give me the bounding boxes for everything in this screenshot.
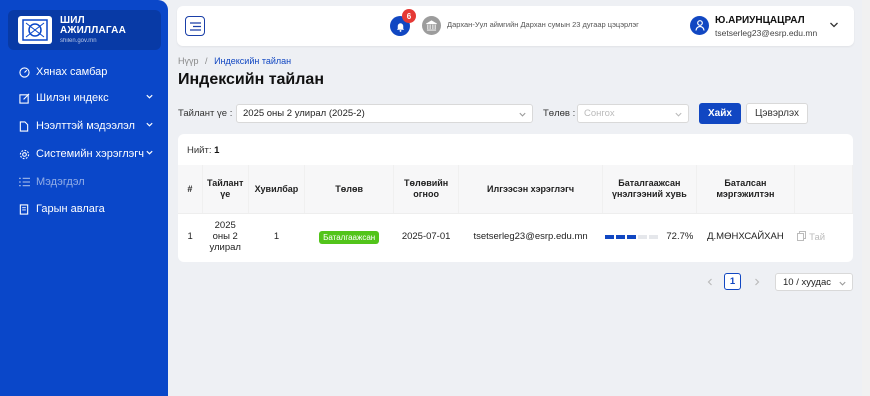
status-select[interactable]: Сонгох bbox=[577, 104, 689, 123]
total-count: Нийт: 1 bbox=[187, 145, 219, 156]
sidebar-item-label: Мэдэгдэл bbox=[36, 176, 85, 188]
page-title: Индексийн тайлан bbox=[178, 71, 324, 88]
copy-icon bbox=[797, 231, 807, 243]
progress-segment bbox=[616, 235, 626, 240]
sidebar-item-label: Нээлттэй мэдээлэл bbox=[36, 120, 135, 132]
page-button-current[interactable]: 1 bbox=[724, 273, 741, 290]
chevron-down-icon bbox=[838, 279, 847, 291]
column-header-status[interactable]: Төлөв bbox=[304, 165, 395, 214]
column-header-period[interactable]: Тайлант үе bbox=[202, 165, 249, 214]
prev-page-button[interactable] bbox=[702, 273, 718, 290]
cell-status: Баталгаажсан bbox=[304, 213, 394, 262]
column-header-approver[interactable]: Баталсан мэргэжилтэн bbox=[696, 165, 795, 214]
progress-segment bbox=[605, 235, 615, 240]
table-row: 1 2025 оны 2 улирал 1 Баталгаажсан 2025-… bbox=[178, 213, 853, 262]
sidebar-item-glass-index[interactable]: Шилэн индекс bbox=[18, 89, 158, 107]
total-label: Нийт: bbox=[187, 145, 212, 156]
sidebar-item-label: Гарын авлага bbox=[36, 203, 105, 215]
logo-title-line2: АЖИЛЛАГАА bbox=[60, 25, 126, 36]
bell-icon bbox=[396, 22, 404, 32]
menu-icon bbox=[189, 21, 201, 31]
chevron-down-icon bbox=[145, 148, 154, 160]
gear-icon bbox=[18, 148, 30, 160]
table-header-row: # Тайлант үе Хувилбар Төлөв Төлөвийн огн… bbox=[178, 165, 853, 214]
report-table-card: Нийт: 1 # Тайлант үе Хувилбар Төлөв Төлө… bbox=[178, 134, 853, 262]
progress-bar bbox=[605, 235, 660, 240]
sidebar-item-system-users[interactable]: Системийн хэрэглэгч bbox=[18, 145, 158, 163]
sidebar-item-dashboard[interactable]: Хянах самбар bbox=[18, 63, 158, 81]
chevron-right-icon bbox=[755, 278, 760, 285]
progress-segment bbox=[638, 235, 648, 240]
document-icon bbox=[18, 120, 30, 132]
logo-subtitle: shilen.gov.mn bbox=[60, 38, 97, 44]
menu-toggle-button[interactable] bbox=[185, 16, 205, 36]
breadcrumb-separator: / bbox=[205, 56, 208, 66]
dashboard-icon bbox=[18, 66, 30, 78]
cell-approver: Д.МӨНХСАЙХАН bbox=[696, 213, 795, 262]
user-menu-chevron-down-icon[interactable] bbox=[829, 20, 839, 33]
sidebar-item-label: Хянах самбар bbox=[36, 66, 108, 78]
cell-index: 1 bbox=[178, 213, 203, 262]
page-size-value: 10 / хуудас bbox=[783, 277, 831, 288]
breadcrumb-home-link[interactable]: Нүүр bbox=[178, 56, 199, 66]
sidebar-item-label: Шилэн индекс bbox=[36, 92, 109, 104]
sidebar: ШИЛ АЖИЛЛАГАА shilen.gov.mn Хянах самбар… bbox=[0, 0, 168, 396]
organization-name: Дархан-Уул аймгийн Дархан сумын 23 дугаа… bbox=[447, 20, 639, 29]
user-name[interactable]: Ю.АРИУНЦАЦРАЛ bbox=[715, 15, 805, 26]
page-scrollbar[interactable] bbox=[862, 0, 870, 396]
cell-status-date: 2025-07-01 bbox=[393, 213, 459, 262]
sidebar-item-manual[interactable]: Гарын авлага bbox=[18, 200, 158, 218]
period-filter-label: Тайлант үе : bbox=[178, 108, 233, 119]
building-icon bbox=[422, 16, 441, 35]
breadcrumb-current: Индексийн тайлан bbox=[214, 56, 292, 66]
chevron-down-icon bbox=[518, 110, 527, 122]
clear-button[interactable]: Цэвэрлэх bbox=[746, 103, 808, 124]
list-icon bbox=[18, 176, 30, 188]
chevron-down-icon bbox=[145, 120, 154, 132]
breadcrumb: Нүүр / Индексийн тайлан bbox=[178, 56, 291, 66]
sidebar-item-notifications: Мэдэгдэл bbox=[18, 173, 158, 191]
column-header-index: # bbox=[178, 165, 203, 214]
column-header-progress[interactable]: Баталгаажсан үнэлгээний хувь bbox=[602, 165, 697, 214]
sidebar-item-open-info[interactable]: Нээлттэй мэдээлэл bbox=[18, 117, 158, 135]
cell-period: 2025 оны 2 улирал bbox=[202, 213, 249, 262]
logo-emblem-icon bbox=[18, 16, 52, 44]
column-header-version[interactable]: Хувилбар bbox=[248, 165, 306, 214]
notification-count-badge: 6 bbox=[402, 9, 416, 23]
sidebar-item-label: Системийн хэрэглэгч bbox=[36, 148, 144, 160]
column-header-status-date[interactable]: Төлөвийн огноо bbox=[393, 165, 460, 214]
logo[interactable]: ШИЛ АЖИЛЛАГАА shilen.gov.mn bbox=[8, 10, 161, 50]
progress-label: 72.7% bbox=[666, 231, 694, 243]
action-label: Тай bbox=[809, 232, 826, 244]
period-select-value: 2025 оны 2 улирал (2025-2) bbox=[243, 108, 365, 119]
period-select[interactable]: 2025 оны 2 улирал (2025-2) bbox=[236, 104, 533, 123]
column-header-sender[interactable]: Илгээсэн хэрэглэгч bbox=[458, 165, 603, 214]
status-badge: Баталгаажсан bbox=[319, 230, 380, 245]
top-bar: 6 Дархан-Уул аймгийн Дархан сумын 23 дуг… bbox=[177, 6, 854, 46]
report-table: # Тайлант үе Хувилбар Төлөв Төлөвийн огн… bbox=[178, 165, 853, 262]
user-avatar-icon[interactable] bbox=[690, 16, 709, 35]
book-icon bbox=[18, 203, 30, 215]
cell-action[interactable]: Тай bbox=[794, 213, 853, 262]
chevron-left-icon bbox=[707, 278, 712, 285]
status-filter-label: Төлөв : bbox=[543, 108, 576, 119]
chevron-down-icon bbox=[145, 92, 154, 104]
chevron-down-icon bbox=[674, 110, 683, 122]
column-header-actions bbox=[794, 165, 853, 214]
user-email: tsetserleg23@esrp.edu.mn bbox=[715, 28, 818, 38]
edit-icon bbox=[18, 92, 30, 104]
cell-sender: tsetserleg23@esrp.edu.mn bbox=[458, 213, 603, 262]
search-button[interactable]: Хайх bbox=[699, 103, 741, 124]
cell-progress: 72.7% bbox=[602, 213, 697, 262]
progress-segment bbox=[649, 235, 659, 240]
total-value: 1 bbox=[214, 145, 220, 156]
cell-version: 1 bbox=[248, 213, 305, 262]
progress-segment bbox=[627, 235, 637, 240]
next-page-button[interactable] bbox=[749, 273, 765, 290]
status-select-placeholder: Сонгох bbox=[584, 108, 615, 119]
page-size-select[interactable]: 10 / хуудас bbox=[775, 273, 853, 291]
